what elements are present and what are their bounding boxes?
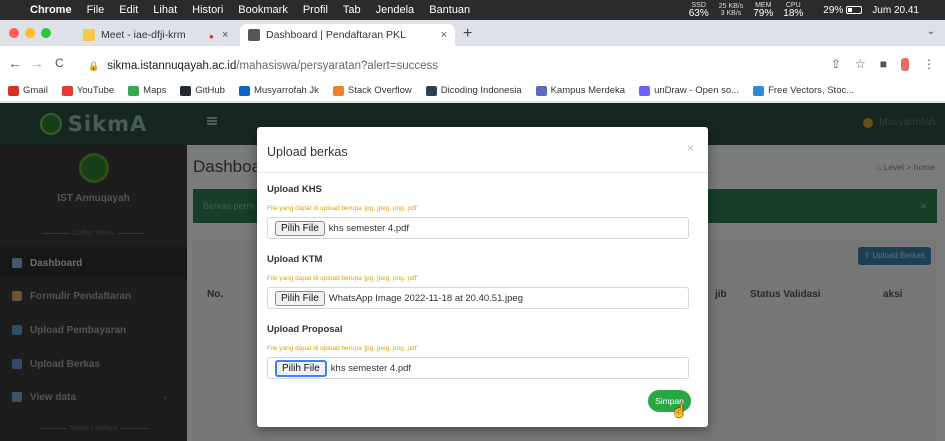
freevectors-icon [753,85,765,96]
tab-meet[interactable]: Meet - iae-dfji-krm [75,24,195,46]
modal-header: Upload berkas × [257,127,708,173]
bookmark-stackoverflow[interactable]: Stack Overflow [332,85,412,96]
youtube-icon [61,85,73,96]
bookmark-maps[interactable]: Maps [128,85,166,96]
url-path: /mahasiswa/persyaratan?alert=success [236,60,439,72]
modal-close-icon[interactable]: × [687,141,694,155]
tab-dashboard[interactable]: Dashboard | Pendaftaran PKL × [240,24,455,46]
menu-tab[interactable]: Tab [343,4,361,16]
screen: Chrome File Edit Lihat Histori Bookmark … [0,0,945,441]
cpu-stat[interactable]: CPU 18% [783,2,803,19]
bookmark-undraw[interactable]: unDraw - Open so... [639,85,739,96]
extension-icon[interactable]: ■ [880,57,887,71]
browser-menu-icon[interactable]: ⋮ [923,57,935,71]
url-host: sikma.istannuqayah.ac.id [107,60,237,72]
khs-hint: File yang dapat di upload berupa 'jpg, j… [267,205,418,212]
stackoverflow-icon [332,85,344,96]
menu-bookmarks[interactable]: Bookmark [238,4,288,16]
tab-close-icon[interactable]: × [441,29,447,41]
forward-arrow-icon[interactable]: → [30,55,44,71]
menu-profiles[interactable]: Profil [303,4,328,16]
bookmark-dicoding[interactable]: Dicoding Indonesia [425,85,522,96]
battery-status[interactable]: 29% [823,5,863,16]
window-controls [9,28,51,38]
bookmark-star-icon[interactable]: ☆ [855,57,866,71]
lock-icon[interactable]: 🔒 [88,61,99,72]
ktm-hint: File yang dapat di upload berupa 'jpg, j… [267,275,418,282]
kampus-merdeka-icon [535,85,547,96]
khs-file-name: khs semester 4.pdf [328,222,410,234]
menu-help[interactable]: Bantuan [429,4,470,16]
dicoding-icon [425,85,437,96]
menubar-status-area: SSD 63% 25 KB/s 3 KB/s MEM 79% CPU 18% 29% J… [689,0,939,20]
proposal-file-input[interactable]: Pilih File khs semester 4.pdf [267,357,689,379]
khs-label: Upload KHS [267,184,322,195]
upload-modal: Upload berkas × Upload KHS File yang dap… [257,127,708,427]
network-stat[interactable]: 25 KB/s 3 KB/s [719,3,744,17]
tab-title: Dashboard | Pendaftaran PKL [266,29,406,41]
memory-stat[interactable]: MEM 79% [753,2,773,19]
proposal-hint: File yang dapat di upload berupa 'jpg, j… [267,345,418,352]
battery-icon [846,5,863,14]
maps-icon [128,85,140,96]
hand-pointer-icon: ☝ [671,403,688,418]
back-arrow-icon[interactable]: ← [8,55,22,71]
bookmark-gmail[interactable]: Gmail [8,85,48,96]
share-icon[interactable]: ⇧ [831,57,841,71]
meet-favicon-icon [83,29,95,41]
minimize-window-button[interactable] [25,28,35,38]
undraw-icon [639,85,651,96]
modal-title: Upload berkas [267,145,348,159]
profile-avatar[interactable] [901,57,909,71]
menu-file[interactable]: File [87,4,105,16]
bookmark-linkedin[interactable]: Musyarrofah Jk [238,85,319,96]
mac-menubar: Chrome File Edit Lihat Histori Bookmark … [0,0,945,20]
zoom-window-button[interactable] [41,28,51,38]
reload-icon[interactable]: C [55,56,64,70]
menu-window[interactable]: Jendela [376,4,415,16]
bookmarks-bar: Gmail YouTube Maps GitHub Musyarrofah Jk… [0,80,945,102]
bookmark-freevectors[interactable]: Free Vectors, Stoc... [753,85,854,96]
ktm-file-name: WhatsApp Image 2022-11-18 at 20.40.51.jp… [328,292,523,304]
address-bar[interactable]: 🔒 sikma.istannuqayah.ac.id/mahasiswa/per… [88,60,438,72]
recording-dot-icon: ● [209,32,214,41]
browser-toolbar: ← → C 🔒 sikma.istannuqayah.ac.id/mahasis… [0,46,945,80]
khs-file-input[interactable]: Pilih File khs semester 4.pdf [267,217,689,239]
tab-meet-close-icon[interactable]: × [222,29,228,41]
menu-view[interactable]: Lihat [153,4,177,16]
menu-history[interactable]: Histori [192,4,223,16]
ktm-file-input[interactable]: Pilih File WhatsApp Image 2022-11-18 at … [267,287,689,309]
close-window-button[interactable] [9,28,19,38]
web-page: SikmA IST Annuqayah Daftar Menu Dashboar… [0,103,945,441]
ktm-choose-file-button[interactable]: Pilih File [275,290,325,306]
linkedin-icon [238,85,250,96]
khs-choose-file-button[interactable]: Pilih File [275,220,325,236]
gmail-icon [8,85,19,96]
bookmark-youtube[interactable]: YouTube [61,85,114,96]
menu-edit[interactable]: Edit [119,4,138,16]
tab-strip: Meet - iae-dfji-krm ● × Dashboard | Pend… [0,20,945,46]
bookmark-kampus-merdeka[interactable]: Kampus Merdeka [535,85,625,96]
proposal-choose-file-button[interactable]: Pilih File [275,359,327,377]
tab-title: Meet - iae-dfji-krm [101,29,186,41]
ktm-label: Upload KTM [267,254,323,265]
clock[interactable]: Jum 20.41 [872,5,919,16]
menu-app-name[interactable]: Chrome [30,4,72,16]
toolbar-actions: ⇧ ☆ ■ ⋮ [831,57,935,71]
proposal-file-name: khs semester 4.pdf [330,362,412,374]
bookmark-github[interactable]: GitHub [180,85,225,96]
new-tab-button[interactable]: + [463,25,472,43]
tab-search-chevron-icon[interactable]: ⌄ [927,26,935,37]
proposal-label: Upload Proposal [267,324,343,335]
dashboard-favicon-icon [248,29,260,41]
ssd-stat[interactable]: SSD 63% [689,2,709,19]
github-icon [180,85,192,96]
